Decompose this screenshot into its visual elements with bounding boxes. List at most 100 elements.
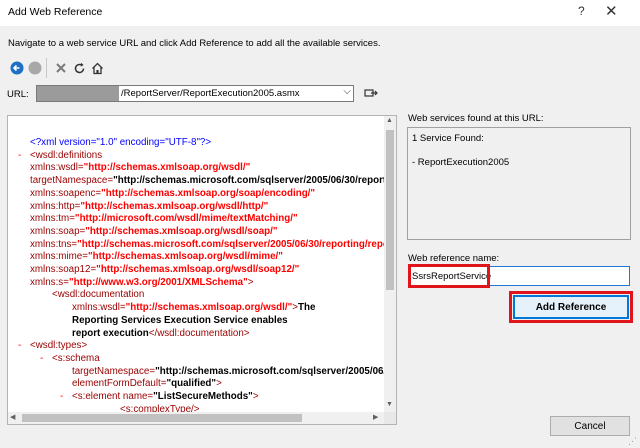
- xml-token: "http://schemas.microsoft.com/sqlserver/…: [77, 238, 384, 250]
- xml-token: targetNamespace=: [72, 365, 156, 377]
- xml-line: xmlns:http="http://schemas.xmlsoap.org/w…: [30, 201, 268, 213]
- vertical-scrollbar[interactable]: ▲ ▼: [384, 116, 396, 424]
- xml-token: >: [216, 378, 222, 390]
- help-button[interactable]: ?: [578, 4, 585, 18]
- xml-token: "http://schemas.microsoft.com/sqlserver/…: [113, 175, 384, 187]
- found-services-box: 1 Service Found: - ReportExecution2005: [407, 127, 631, 240]
- xml-token: "http://schemas.microsoft.com/sqlserver/…: [155, 365, 384, 377]
- found-services-label: Web services found at this URL:: [408, 113, 544, 124]
- xml-token: <s:element: [72, 391, 123, 402]
- collapse-toggle[interactable]: -: [60, 391, 63, 403]
- services-count: 1 Service Found:: [412, 133, 484, 144]
- annotation-highlight-box: [408, 264, 490, 288]
- xml-line: xmlns:soap12="http://schemas.xmlsoap.org…: [30, 264, 299, 276]
- xml-token: name=: [122, 391, 154, 402]
- scroll-right-icon[interactable]: ▶: [373, 413, 378, 421]
- xml-token: "http://schemas.xmlsoap.org/wsdl/soap/": [85, 225, 278, 237]
- xml-token: xmlns:tns=: [30, 238, 78, 250]
- url-value: /ReportServer/ReportExecution2005.asmx: [121, 88, 300, 99]
- xml-token: "http://schemas.xmlsoap.org/wsdl/mime/": [87, 251, 283, 263]
- xml-token: xmlns:wsdl=: [72, 302, 126, 314]
- xml-line: targetNamespace="http://schemas.microsof…: [72, 366, 384, 378]
- collapse-toggle[interactable]: -: [18, 150, 21, 162]
- xml-token: "http://schemas.xmlsoap.org/wsdl/http/": [80, 200, 269, 212]
- xml-token: targetNamespace=: [30, 175, 114, 187]
- xml-token: report execution: [72, 327, 149, 339]
- xml-token: >: [247, 276, 254, 288]
- xml-token: "http://schemas.xmlsoap.org/wsdl/": [83, 162, 251, 174]
- forward-icon[interactable]: [27, 60, 43, 76]
- xml-token: xmlns:soap12=: [30, 264, 97, 275]
- scrollbar-corner: [384, 412, 396, 424]
- xml-line: xmlns:s="http://www.w3.org/2001/XMLSchem…: [30, 277, 253, 289]
- xml-token: xmlns:wsdl=: [30, 162, 84, 174]
- toolbar-separator: [46, 58, 47, 78]
- back-arrow-icon[interactable]: [9, 60, 25, 76]
- url-combobox[interactable]: /ReportServer/ReportExecution2005.asmx ⌵: [36, 85, 354, 102]
- xml-line: <?xml version="1.0" encoding="UTF-8"?>: [30, 137, 211, 149]
- xml-line: - <wsdl:types>: [18, 340, 88, 352]
- xml-token: "http://www.w3.org/2001/XMLSchema": [68, 276, 248, 288]
- service-item: - ReportExecution2005: [412, 157, 510, 168]
- xml-token: "http://schemas.xmlsoap.org/soap/encodin…: [101, 187, 316, 199]
- xml-token: xmlns:soapenc=: [30, 187, 102, 199]
- xml-line: xmlns:tm="http://microsoft.com/wsdl/mime…: [30, 213, 298, 225]
- xml-token: <wsdl:definitions: [30, 149, 103, 161]
- scroll-left-icon[interactable]: ◀: [10, 413, 15, 421]
- xml-token: "qualified": [166, 378, 217, 390]
- xml-token: xmlns:s=: [30, 276, 69, 288]
- xml-line: Reporting Services Execution Service ena…: [72, 315, 288, 327]
- go-arrow-icon[interactable]: [364, 87, 380, 101]
- scroll-thumb[interactable]: [22, 414, 302, 422]
- xml-line: <wsdl:documentation: [52, 289, 144, 301]
- xml-token: <s:schema: [52, 352, 100, 364]
- xml-token: xmlns:soap=: [30, 225, 86, 237]
- xml-token: <wsdl:types>: [30, 340, 88, 352]
- xml-line: elementFormDefault="qualified">: [72, 378, 222, 390]
- add-reference-button[interactable]: Add Reference: [513, 295, 629, 319]
- horizontal-scrollbar[interactable]: ◀ ▶: [8, 412, 384, 424]
- xml-line: xmlns:soapenc="http://schemas.xmlsoap.or…: [30, 188, 315, 200]
- xml-line: - <s:schema: [40, 352, 100, 365]
- xml-token: "http://schemas.xmlsoap.org/wsdl/": [125, 302, 293, 314]
- stop-icon[interactable]: [53, 60, 69, 76]
- xml-token: "http://schemas.xmlsoap.org/wsdl/soap12/…: [96, 264, 300, 275]
- refresh-icon[interactable]: [71, 60, 87, 76]
- xml-token: <wsdl:documentation: [52, 289, 145, 301]
- xml-token: "ListSecureMethods": [153, 391, 253, 402]
- scroll-down-icon[interactable]: ▼: [386, 401, 393, 408]
- home-icon[interactable]: [89, 60, 105, 76]
- resize-grip-icon[interactable]: ⋰: [628, 436, 637, 447]
- url-label: URL:: [7, 89, 29, 100]
- reference-name-label: Web reference name:: [408, 253, 500, 264]
- xml-token: elementFormDefault=: [72, 378, 167, 390]
- xml-line: report execution</wsdl:documentation>: [72, 328, 250, 340]
- scroll-up-icon[interactable]: ▲: [386, 117, 393, 124]
- window-title: Add Web Reference: [8, 6, 103, 18]
- xml-line: xmlns:wsdl="http://schemas.xmlsoap.org/w…: [30, 162, 250, 174]
- xml-token: xmlns:mime=: [30, 251, 88, 263]
- xml-line: xmlns:wsdl="http://schemas.xmlsoap.org/w…: [72, 302, 315, 314]
- xml-token: xmlns:tm=: [30, 213, 75, 225]
- close-button[interactable]: ✕: [605, 2, 618, 20]
- xml-content: <?xml version="1.0" encoding="UTF-8"?> - <…: [8, 116, 384, 424]
- xml-line: - <s:element name="ListSecureMethods">: [60, 391, 259, 403]
- wsdl-preview-pane[interactable]: <?xml version="1.0" encoding="UTF-8"?> - <…: [7, 115, 397, 425]
- xml-line: xmlns:soap="http://schemas.xmlsoap.org/w…: [30, 226, 278, 238]
- xml-token: xmlns:http=: [30, 200, 81, 212]
- xml-line: targetNamespace="http://schemas.microsof…: [30, 175, 384, 187]
- xml-token: Reporting Services Execution Service ena…: [72, 314, 288, 326]
- xml-line: xmlns:tns="http://schemas.microsoft.com/…: [30, 239, 384, 251]
- redacted-host: [37, 86, 119, 101]
- scroll-thumb[interactable]: [386, 130, 394, 290]
- cancel-button[interactable]: Cancel: [550, 416, 630, 436]
- instructions-text: Navigate to a web service URL and click …: [8, 38, 381, 49]
- collapse-toggle[interactable]: -: [18, 340, 21, 352]
- xml-token: <?xml version="1.0" encoding="UTF-8"?>: [30, 137, 212, 148]
- xml-token: "http://microsoft.com/wsdl/mime/textMatc…: [74, 213, 298, 225]
- chevron-down-icon[interactable]: ⌵: [343, 86, 351, 97]
- collapse-toggle[interactable]: -: [40, 353, 43, 365]
- xml-line: xmlns:mime="http://schemas.xmlsoap.org/w…: [30, 251, 283, 263]
- xml-token: >: [252, 391, 259, 402]
- xml-token: </wsdl:documentation>: [148, 327, 250, 339]
